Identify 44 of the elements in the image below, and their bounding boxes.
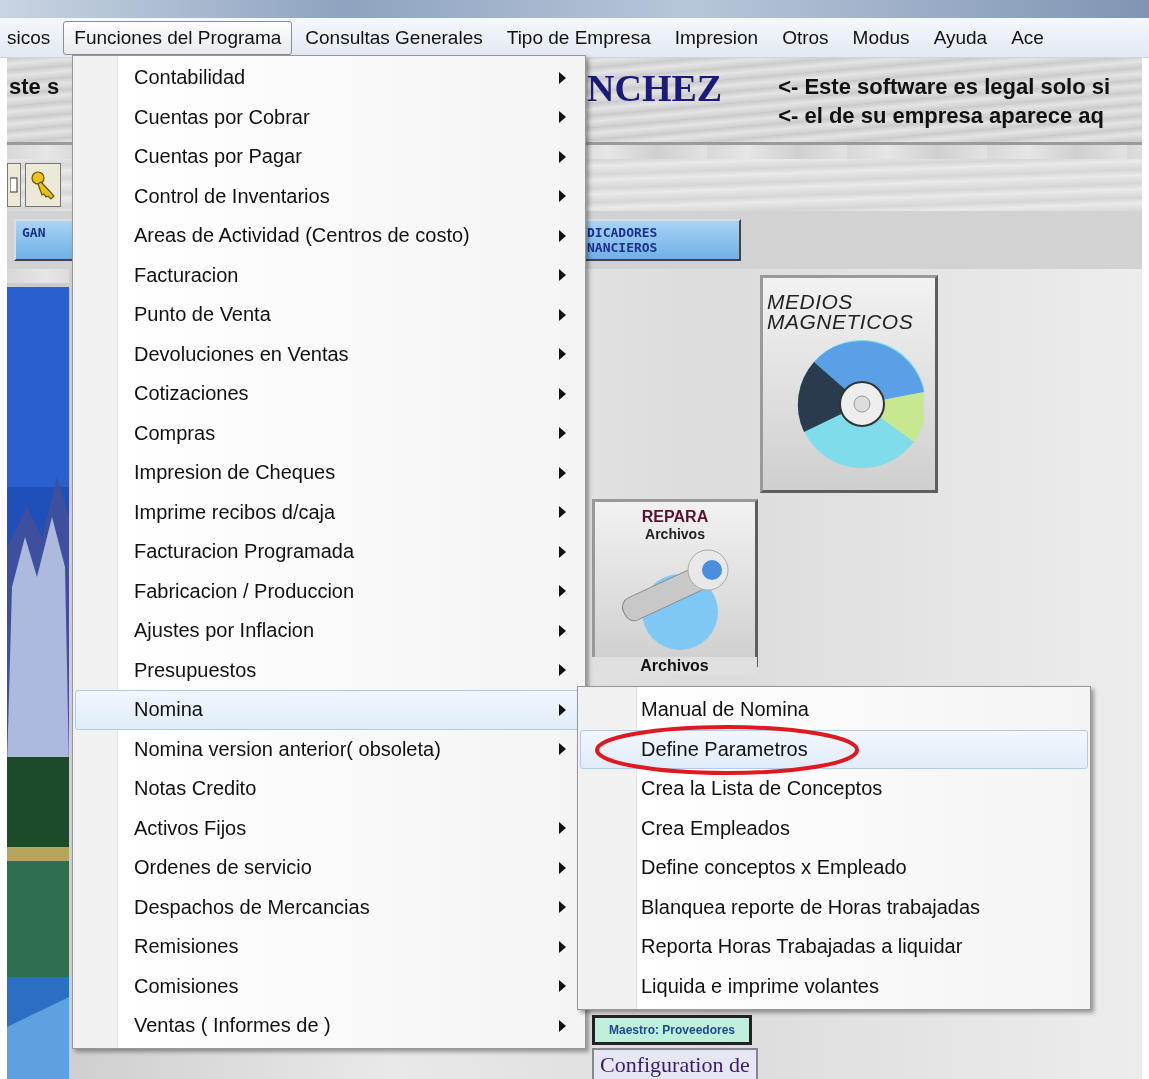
tile-caption: Archivos (592, 657, 757, 675)
menu-item[interactable]: Compras (75, 413, 583, 453)
menu-bar-item[interactable]: Modus (841, 20, 921, 55)
menu-bar-item[interactable]: Ace (1000, 20, 1055, 55)
menu-item[interactable]: Ventas ( Informes de ) (75, 1006, 583, 1046)
tile-title: REPARA (641, 508, 709, 526)
menu-bar-item[interactable]: Impresion (663, 20, 770, 55)
license-notice: <- Este software es legal solo si (778, 73, 1111, 101)
menu-bar-item[interactable]: sicos (0, 20, 62, 55)
media-tile[interactable]: MEDIOS MAGNETICOS (760, 275, 938, 493)
menu-item[interactable]: Punto de Venta (75, 295, 583, 335)
module-button[interactable]: GAN (14, 219, 74, 261)
submenu-item[interactable]: Blanquea reporte de Horas trabajadas (580, 887, 1088, 927)
menu-item[interactable]: Ajustes por Inflacion (75, 611, 583, 651)
menu-bar-item[interactable]: Consultas Generales (294, 20, 494, 55)
menu-item[interactable]: Devoluciones en Ventas (75, 334, 583, 374)
tile-title: MEDIOS MAGNETICOS (766, 289, 915, 332)
supplier-master-button[interactable]: Maestro: Proveedores (592, 1015, 752, 1045)
company-name: NCHEZ (587, 66, 723, 110)
menu-item[interactable]: Cuentas por Cobrar (75, 97, 583, 137)
menu-item[interactable]: Cuentas por Pagar (75, 137, 583, 177)
menu-item[interactable]: Imprime recibos d/caja (75, 492, 583, 532)
menu-item[interactable]: Impresion de Cheques (75, 453, 583, 493)
submenu-item[interactable]: Crea la Lista de Conceptos (580, 769, 1088, 809)
license-notice: <- el de su empresa aparece aq (778, 102, 1106, 130)
submenu-item[interactable]: Liquida e imprime volantes (580, 966, 1088, 1006)
submenu-item[interactable]: Manual de Nomina (580, 690, 1088, 730)
menu-item[interactable]: Contabilidad (75, 58, 583, 98)
banner-text: ste s (9, 74, 61, 100)
menu-bar-item[interactable]: Tipo de Empresa (495, 20, 662, 55)
menu-item[interactable]: Cotizaciones (75, 374, 583, 414)
submenu-item[interactable]: Reporta Horas Trabajadas a liquidar (580, 927, 1088, 967)
menu-item[interactable]: Fabricacion / Produccion (75, 571, 583, 611)
menu-bar-item[interactable]: Ayuda (922, 20, 999, 55)
configuration-button[interactable]: Configuration de (592, 1048, 758, 1079)
tile-subtitle: Archivos (645, 526, 705, 542)
submenu-item[interactable]: Define Parametros (580, 729, 1088, 769)
menu-bar-item[interactable]: Funciones del Programa (63, 20, 293, 55)
menu-item[interactable]: Control de Inventarios (75, 176, 583, 216)
submenu-item[interactable]: Define conceptos x Empleado (580, 848, 1088, 888)
submenu-item[interactable]: Crea Empleados (580, 808, 1088, 848)
menu-item[interactable]: Presupuestos (75, 650, 583, 690)
menu-bar-item[interactable]: Otros (771, 20, 840, 55)
menu-item[interactable]: Facturacion Programada (75, 532, 583, 572)
